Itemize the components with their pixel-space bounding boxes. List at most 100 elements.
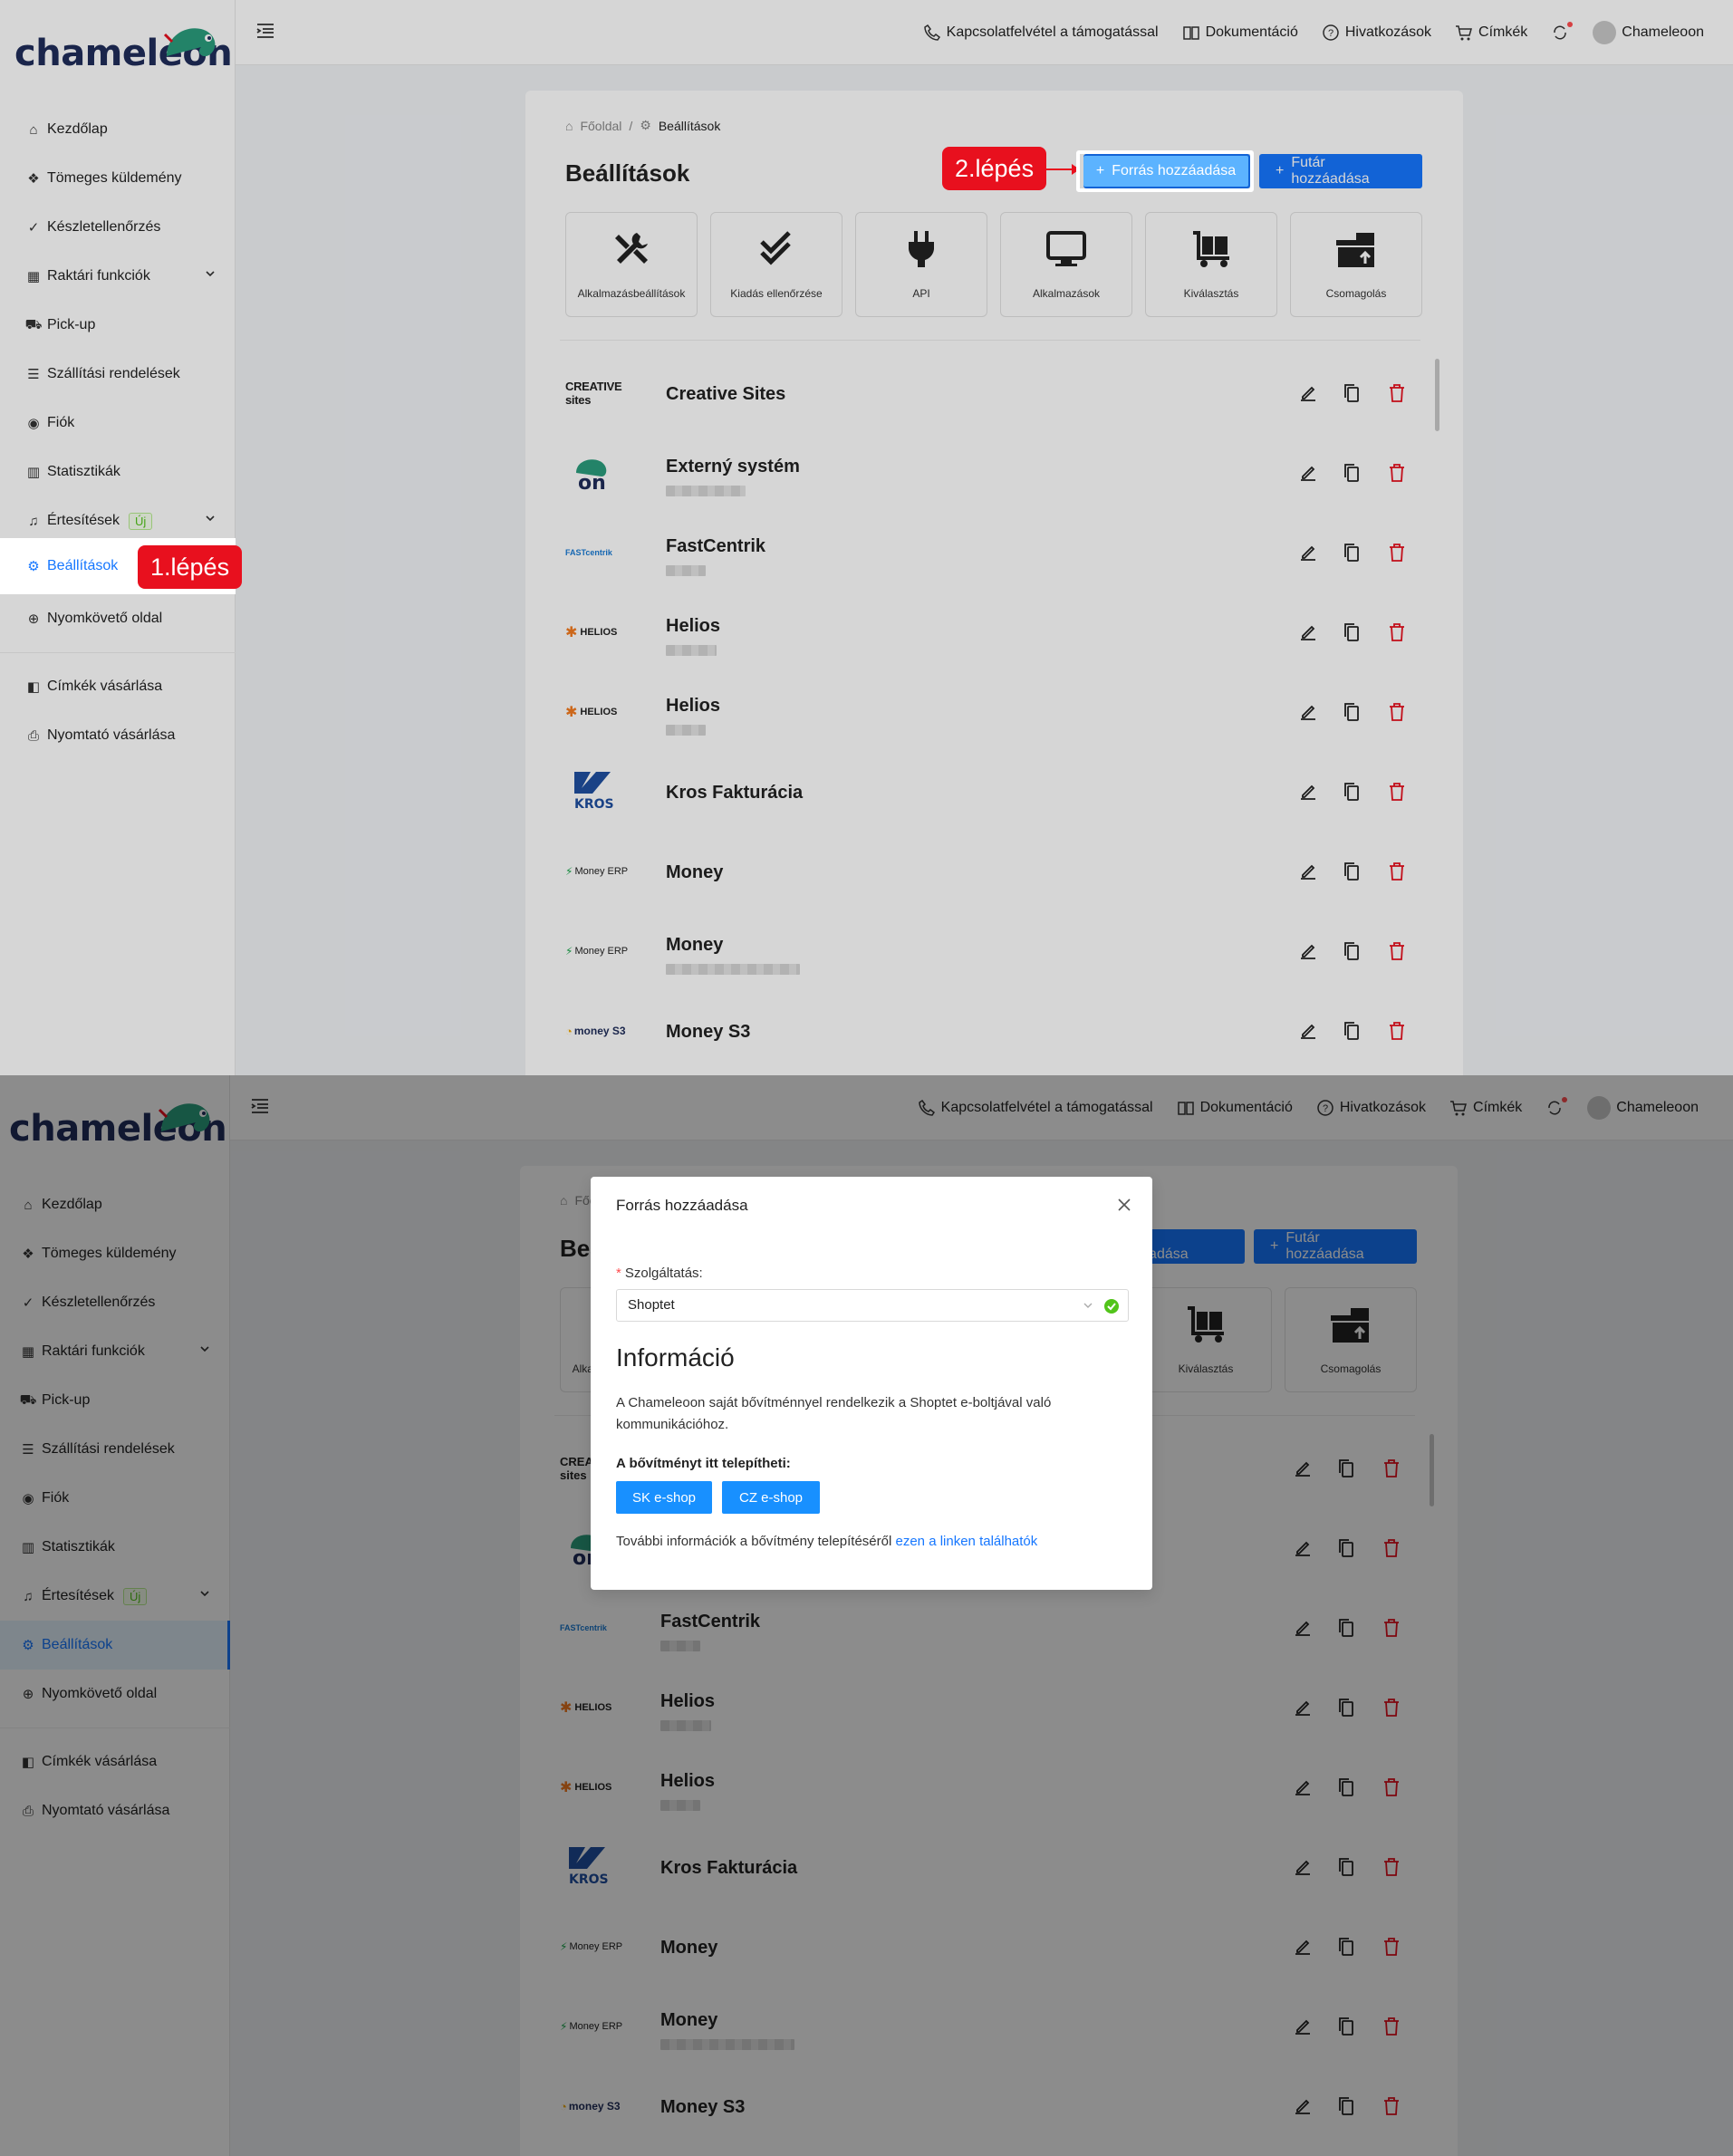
sidebar-item-tracking[interactable]: ⊕ Nyomkövető oldal <box>0 594 236 643</box>
edit-icon[interactable] <box>1297 861 1319 882</box>
copy-icon[interactable] <box>1341 701 1362 723</box>
tile-api[interactable]: API <box>855 212 987 317</box>
sk-eshop-button[interactable]: SK e-shop <box>616 1481 712 1514</box>
copy-icon[interactable] <box>1341 861 1362 882</box>
references-link[interactable]: ? Hivatkozások <box>1322 24 1431 42</box>
copy-icon[interactable] <box>1335 1458 1357 1479</box>
copy-icon[interactable] <box>1335 2095 1357 2117</box>
edit-icon[interactable] <box>1292 2016 1314 2037</box>
delete-icon[interactable] <box>1381 2016 1402 2037</box>
copy-icon[interactable] <box>1335 1776 1357 1798</box>
delete-icon[interactable] <box>1381 1776 1402 1798</box>
copy-icon[interactable] <box>1341 1020 1362 1042</box>
sidebar-item-bulk[interactable]: ❖ Tömeges küldemény <box>0 1229 230 1278</box>
copy-icon[interactable] <box>1341 542 1362 563</box>
delete-icon[interactable] <box>1381 1458 1402 1479</box>
sidebar-item-account[interactable]: ◉ Fiók <box>0 1474 230 1523</box>
delete-icon[interactable] <box>1386 542 1408 563</box>
service-select[interactable]: Shoptet <box>616 1289 1129 1322</box>
delete-icon[interactable] <box>1386 861 1408 882</box>
copy-icon[interactable] <box>1341 940 1362 962</box>
edit-icon[interactable] <box>1292 1537 1314 1559</box>
support-link[interactable]: Kapcsolatfelvétel a támogatással <box>918 1099 1153 1117</box>
labels-link[interactable]: Címkék <box>1455 24 1527 42</box>
sidebar-item-buy-printer[interactable]: ⎙ Nyomtató vásárlása <box>0 711 236 760</box>
delete-icon[interactable] <box>1386 940 1408 962</box>
edit-icon[interactable] <box>1292 2095 1314 2117</box>
copy-icon[interactable] <box>1335 1936 1357 1958</box>
breadcrumb-home[interactable]: Főoldal <box>580 119 621 133</box>
more-info-link[interactable]: ezen a linken találhatók <box>896 1534 1038 1549</box>
sidebar-item-buy-printer[interactable]: ⎙ Nyomtató vásárlása <box>0 1786 230 1835</box>
sidebar-item-buy-labels[interactable]: ◧ Címkék vásárlása <box>0 1737 230 1786</box>
copy-icon[interactable] <box>1341 382 1362 404</box>
edit-icon[interactable] <box>1292 1856 1314 1878</box>
sidebar-item-notifications[interactable]: ♫ Értesítések Új <box>0 1572 230 1621</box>
sidebar-item-stock[interactable]: ✓ Készletellenőrzés <box>0 203 236 252</box>
list-scrollbar[interactable] <box>1435 359 1439 431</box>
delete-icon[interactable] <box>1381 2095 1402 2117</box>
add-source-button[interactable]: +Forrás hozzáadása <box>1083 156 1248 187</box>
delete-icon[interactable] <box>1386 621 1408 643</box>
sidebar-item-settings[interactable]: ⚙Beállítások <box>0 1621 230 1670</box>
sync-button[interactable] <box>1545 1097 1568 1117</box>
list-scrollbar[interactable] <box>1430 1434 1434 1506</box>
sidebar-item-buy-labels[interactable]: ◧ Címkék vásárlása <box>0 662 236 711</box>
sidebar-item-warehouse[interactable]: ▦ Raktári funkciók <box>0 252 236 301</box>
copy-icon[interactable] <box>1335 1617 1357 1639</box>
delete-icon[interactable] <box>1381 1856 1402 1878</box>
delete-icon[interactable] <box>1381 1936 1402 1958</box>
docs-link[interactable]: Dokumentáció <box>1182 24 1298 42</box>
copy-icon[interactable] <box>1335 1856 1357 1878</box>
edit-icon[interactable] <box>1297 542 1319 563</box>
edit-icon[interactable] <box>1292 1936 1314 1958</box>
edit-icon[interactable] <box>1297 940 1319 962</box>
edit-icon[interactable] <box>1297 462 1319 484</box>
sidebar-item-account[interactable]: ◉ Fiók <box>0 399 236 448</box>
edit-icon[interactable] <box>1292 1697 1314 1718</box>
tile-packing[interactable]: Csomagolás <box>1285 1287 1417 1392</box>
references-link[interactable]: ? Hivatkozások <box>1316 1099 1426 1117</box>
delete-icon[interactable] <box>1386 1020 1408 1042</box>
edit-icon[interactable] <box>1297 701 1319 723</box>
delete-icon[interactable] <box>1381 1617 1402 1639</box>
labels-link[interactable]: Címkék <box>1449 1099 1522 1117</box>
user-menu[interactable]: Chameleoon <box>1587 1096 1699 1120</box>
sidebar-item-stats[interactable]: ▥ Statisztikák <box>0 448 236 496</box>
user-menu[interactable]: Chameleoon <box>1593 21 1704 44</box>
copy-icon[interactable] <box>1341 621 1362 643</box>
tile-dispatch-check[interactable]: Kiadás ellenőrzése <box>710 212 842 317</box>
edit-icon[interactable] <box>1292 1617 1314 1639</box>
edit-icon[interactable] <box>1297 621 1319 643</box>
delete-icon[interactable] <box>1386 781 1408 803</box>
sidebar-item-pickup[interactable]: ⛟ Pick-up <box>0 301 236 350</box>
delete-icon[interactable] <box>1381 1537 1402 1559</box>
copy-icon[interactable] <box>1341 462 1362 484</box>
logo[interactable]: chameleon <box>9 1095 227 1150</box>
sync-button[interactable] <box>1551 22 1574 42</box>
delete-icon[interactable] <box>1386 382 1408 404</box>
copy-icon[interactable] <box>1335 2016 1357 2037</box>
edit-icon[interactable] <box>1292 1776 1314 1798</box>
edit-icon[interactable] <box>1297 382 1319 404</box>
sidebar-item-tracking[interactable]: ⊕ Nyomkövető oldal <box>0 1670 230 1718</box>
tile-packing[interactable]: Csomagolás <box>1290 212 1422 317</box>
sidebar-item-orders[interactable]: ☰ Szállítási rendelések <box>0 1425 230 1474</box>
logo[interactable]: chameleon <box>14 20 233 74</box>
close-icon[interactable] <box>1116 1197 1132 1213</box>
support-link[interactable]: Kapcsolatfelvétel a támogatással <box>923 24 1159 42</box>
sidebar-item-bulk[interactable]: ❖ Tömeges küldemény <box>0 154 236 203</box>
docs-link[interactable]: Dokumentáció <box>1177 1099 1293 1117</box>
sidebar-item-home[interactable]: ⌂ Kezdőlap <box>0 1180 230 1229</box>
delete-icon[interactable] <box>1386 462 1408 484</box>
sidebar-item-pickup[interactable]: ⛟ Pick-up <box>0 1376 230 1425</box>
delete-icon[interactable] <box>1386 701 1408 723</box>
copy-icon[interactable] <box>1341 781 1362 803</box>
edit-icon[interactable] <box>1297 781 1319 803</box>
copy-icon[interactable] <box>1335 1697 1357 1718</box>
cz-eshop-button[interactable]: CZ e-shop <box>722 1481 820 1514</box>
sidebar-item-stats[interactable]: ▥ Statisztikák <box>0 1523 230 1572</box>
copy-icon[interactable] <box>1335 1537 1357 1559</box>
tile-picking[interactable]: Kiválasztás <box>1140 1287 1272 1392</box>
tile-picking[interactable]: Kiválasztás <box>1145 212 1277 317</box>
